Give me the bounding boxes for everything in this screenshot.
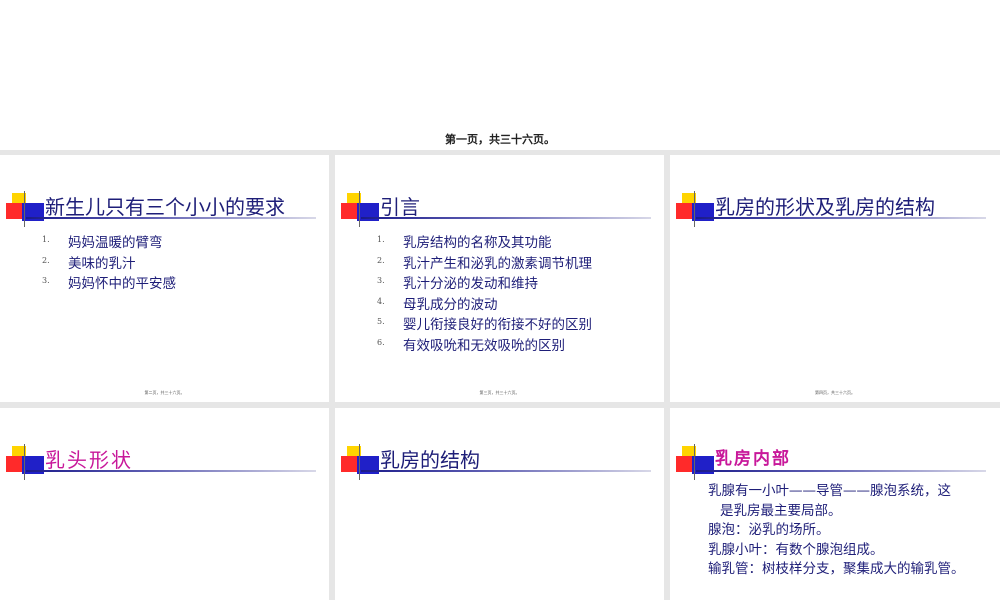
slide-logo-icon	[6, 191, 46, 227]
slide-logo-icon	[341, 191, 381, 227]
list-item: 6. 有效吸吮和无效吸吮的区别	[377, 337, 565, 354]
paragraph-line: 是乳房最主要局部。	[720, 502, 842, 519]
list-item: 5. 婴儿衔接良好的衔接不好的区别	[377, 317, 592, 333]
list-item: 3. 乳汁分泌的发动和维持	[377, 276, 538, 292]
slide-logo-icon	[6, 444, 46, 480]
list-item: 2. 美味的乳汁	[42, 255, 136, 272]
paragraph-line: 腺泡：泌乳的场所。	[708, 522, 830, 538]
page-caption: 第一页，共三十六页。	[445, 133, 555, 146]
slide-body: 乳腺有一小叶——导管——腺泡系统，这 是乳房最主要局部。 腺泡：泌乳的场所。 乳…	[708, 482, 998, 580]
list-item: 1. 乳房结构的名称及其功能	[377, 235, 552, 251]
paragraph-line: 乳腺小叶：有数个腺泡组成。	[708, 541, 884, 558]
paragraph-line: 输乳管：树枝样分支，聚集成大的输乳管。	[708, 561, 965, 577]
slide-title: 乳房的结构	[380, 448, 480, 472]
paragraph-line: 乳腺有一小叶——导管——腺泡系统，这	[708, 483, 951, 499]
slide-title: 引言	[380, 195, 420, 219]
list-item: 4. 母乳成分的波动	[377, 296, 498, 313]
slide-title: 乳头形状	[45, 448, 133, 472]
title-rule	[696, 470, 986, 472]
slide-footer: 第四页，共三十六页。	[815, 390, 855, 395]
previous-slide-area: 第一页，共三十六页。	[0, 0, 1000, 150]
slide-logo-icon	[341, 444, 381, 480]
slide-logo-icon	[676, 191, 716, 227]
slide-thumbnail-3[interactable]: 引言 1. 乳房结构的名称及其功能 2. 乳汁产生和泌乳的激素调节机理 3. 乳汁分泌…	[335, 155, 664, 402]
slide-thumbnail-2[interactable]: 新生儿只有三个小小的要求 1. 妈妈温暖的臂弯 2. 美味的乳汁 3. 妈妈怀中的平安…	[0, 155, 329, 402]
slide-thumbnail-6[interactable]: 乳房的结构	[335, 408, 664, 600]
slide-footer: 第三页，共三十六页。	[479, 390, 520, 395]
list-item: 2. 乳汁产生和泌乳的激素调节机理	[377, 255, 592, 272]
slide-thumbnail-4[interactable]: 乳房的形状及乳房的结构 第四页，共三十六页。	[670, 155, 1000, 402]
slide-title: 乳房的形状及乳房的结构	[715, 195, 935, 219]
list-item: 1. 妈妈温暖的臂弯	[42, 235, 163, 251]
slide-title: 新生儿只有三个小小的要求	[45, 195, 285, 219]
bullet-list: 1. 乳房结构的名称及其功能 2. 乳汁产生和泌乳的激素调节机理 3. 乳汁分泌的发动…	[377, 231, 592, 354]
slide-thumbnail-5[interactable]: 乳头形状	[0, 408, 329, 600]
slide-logo-icon	[676, 444, 716, 480]
bullet-list: 1. 妈妈温暖的臂弯 2. 美味的乳汁 3. 妈妈怀中的平安感	[42, 231, 176, 293]
slide-footer: 第二页，共三十六页。	[144, 390, 185, 395]
slide-title: 乳房内部	[715, 449, 791, 469]
slide-thumbnail-7[interactable]: 乳房内部 乳腺有一小叶——导管——腺泡系统，这 是乳房最主要局部。 腺泡：泌乳的…	[670, 408, 1000, 600]
list-item: 3. 妈妈怀中的平安感	[42, 276, 176, 292]
